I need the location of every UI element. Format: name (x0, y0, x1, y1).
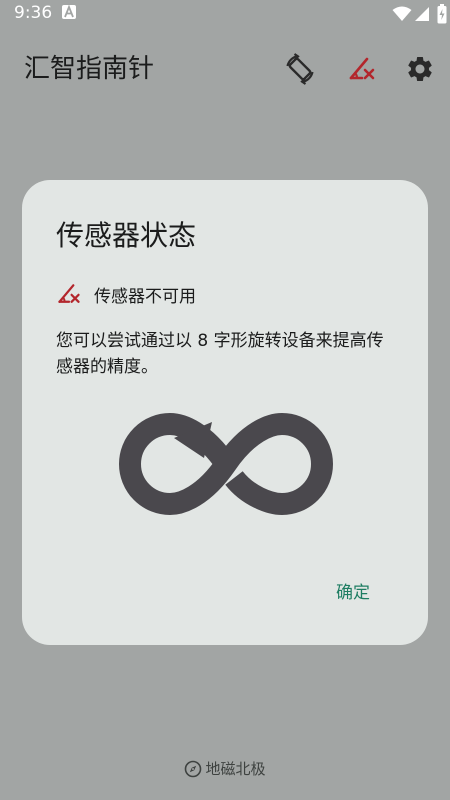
battery-icon (437, 4, 447, 28)
sensor-unavailable-icon (349, 57, 375, 80)
sensor-status-label: 传感器不可用 (94, 286, 196, 307)
north-reference-button[interactable]: 地磁北极 (0, 758, 450, 779)
dialog-title: 传感器状态 (56, 219, 197, 252)
wifi-icon (392, 6, 412, 26)
sensor-unavailable-icon (58, 284, 80, 303)
status-bar: 9:36 (0, 0, 450, 28)
screen-rotation-button[interactable] (282, 51, 318, 87)
screen: 9:36 汇智指南针 传感器状态 传感器不可用 您可以尝试通过以 8 字形旋转设… (0, 0, 450, 800)
app-bar: 汇智指南针 (0, 28, 450, 112)
figure-eight-calibration-icon (119, 412, 333, 516)
north-reference-label: 地磁北极 (205, 760, 266, 778)
status-time: 9:36 (14, 3, 53, 23)
app-title: 汇智指南针 (24, 54, 155, 84)
sensor-status-button[interactable] (344, 51, 380, 87)
sensor-status-row: 传感器不可用 (56, 279, 196, 309)
gear-icon (408, 56, 432, 81)
screen-rotation-icon (286, 53, 314, 85)
compass-icon (185, 760, 202, 777)
notification-icon (62, 5, 76, 19)
settings-button[interactable] (402, 51, 438, 87)
confirm-button[interactable]: 确定 (324, 572, 382, 609)
calibration-message: 您可以尝试通过以 8 字形旋转设备来提高传感器的精度。 (56, 331, 384, 377)
signal-icon (414, 6, 430, 26)
sensor-status-dialog: 传感器状态 传感器不可用 您可以尝试通过以 8 字形旋转设备来提高传感器的精度。… (22, 180, 428, 645)
